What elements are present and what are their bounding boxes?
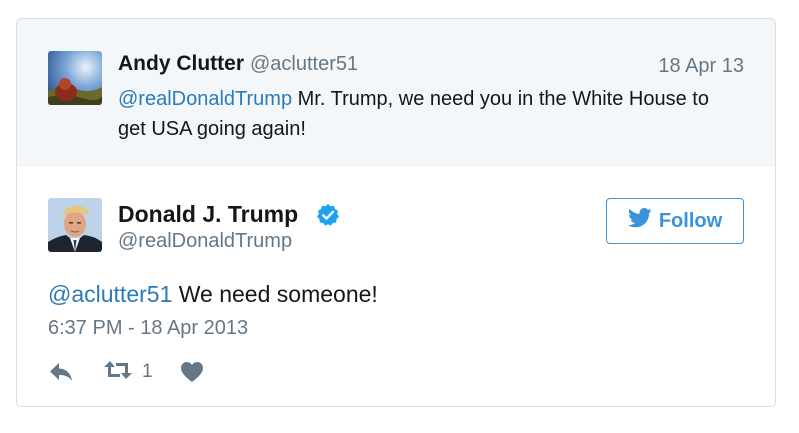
- follow-button[interactable]: Follow: [606, 198, 744, 244]
- quoted-tweet-text: @realDonaldTrump Mr. Trump, we need you …: [118, 84, 738, 144]
- author-handle[interactable]: @realDonaldTrump: [118, 230, 292, 253]
- quoted-author-avatar[interactable]: [48, 51, 102, 105]
- follow-button-label: Follow: [658, 209, 723, 232]
- quoted-tweet[interactable]: Andy Clutter @aclutter51 18 Apr 13 @real…: [17, 19, 775, 167]
- retweet-icon: [103, 359, 133, 386]
- tweet-body: We need someone!: [172, 281, 378, 307]
- quoted-mention-link[interactable]: @realDonaldTrump: [118, 88, 292, 110]
- reply-icon[interactable]: [48, 359, 74, 385]
- tweet-timestamp[interactable]: 6:37 PM - 18 Apr 2013: [48, 317, 248, 340]
- mention-link[interactable]: @aclutter51: [48, 281, 172, 307]
- quoted-tweet-date[interactable]: 18 Apr 13: [658, 55, 744, 78]
- author-name[interactable]: Donald J. Trump: [118, 201, 298, 228]
- embedded-tweet-card: Andy Clutter @aclutter51 18 Apr 13 @real…: [16, 18, 776, 407]
- tweet-text: @aclutter51 We need someone!: [48, 281, 378, 308]
- verified-badge-icon: [316, 203, 340, 227]
- heart-icon[interactable]: [180, 359, 204, 385]
- quoted-author-name[interactable]: Andy Clutter: [118, 52, 244, 76]
- author-avatar[interactable]: [48, 198, 102, 252]
- retweet-count: 1: [142, 361, 153, 382]
- quoted-author-handle[interactable]: @aclutter51: [250, 53, 358, 76]
- twitter-bird-icon: [627, 208, 652, 234]
- retweet-button[interactable]: 1: [103, 359, 153, 385]
